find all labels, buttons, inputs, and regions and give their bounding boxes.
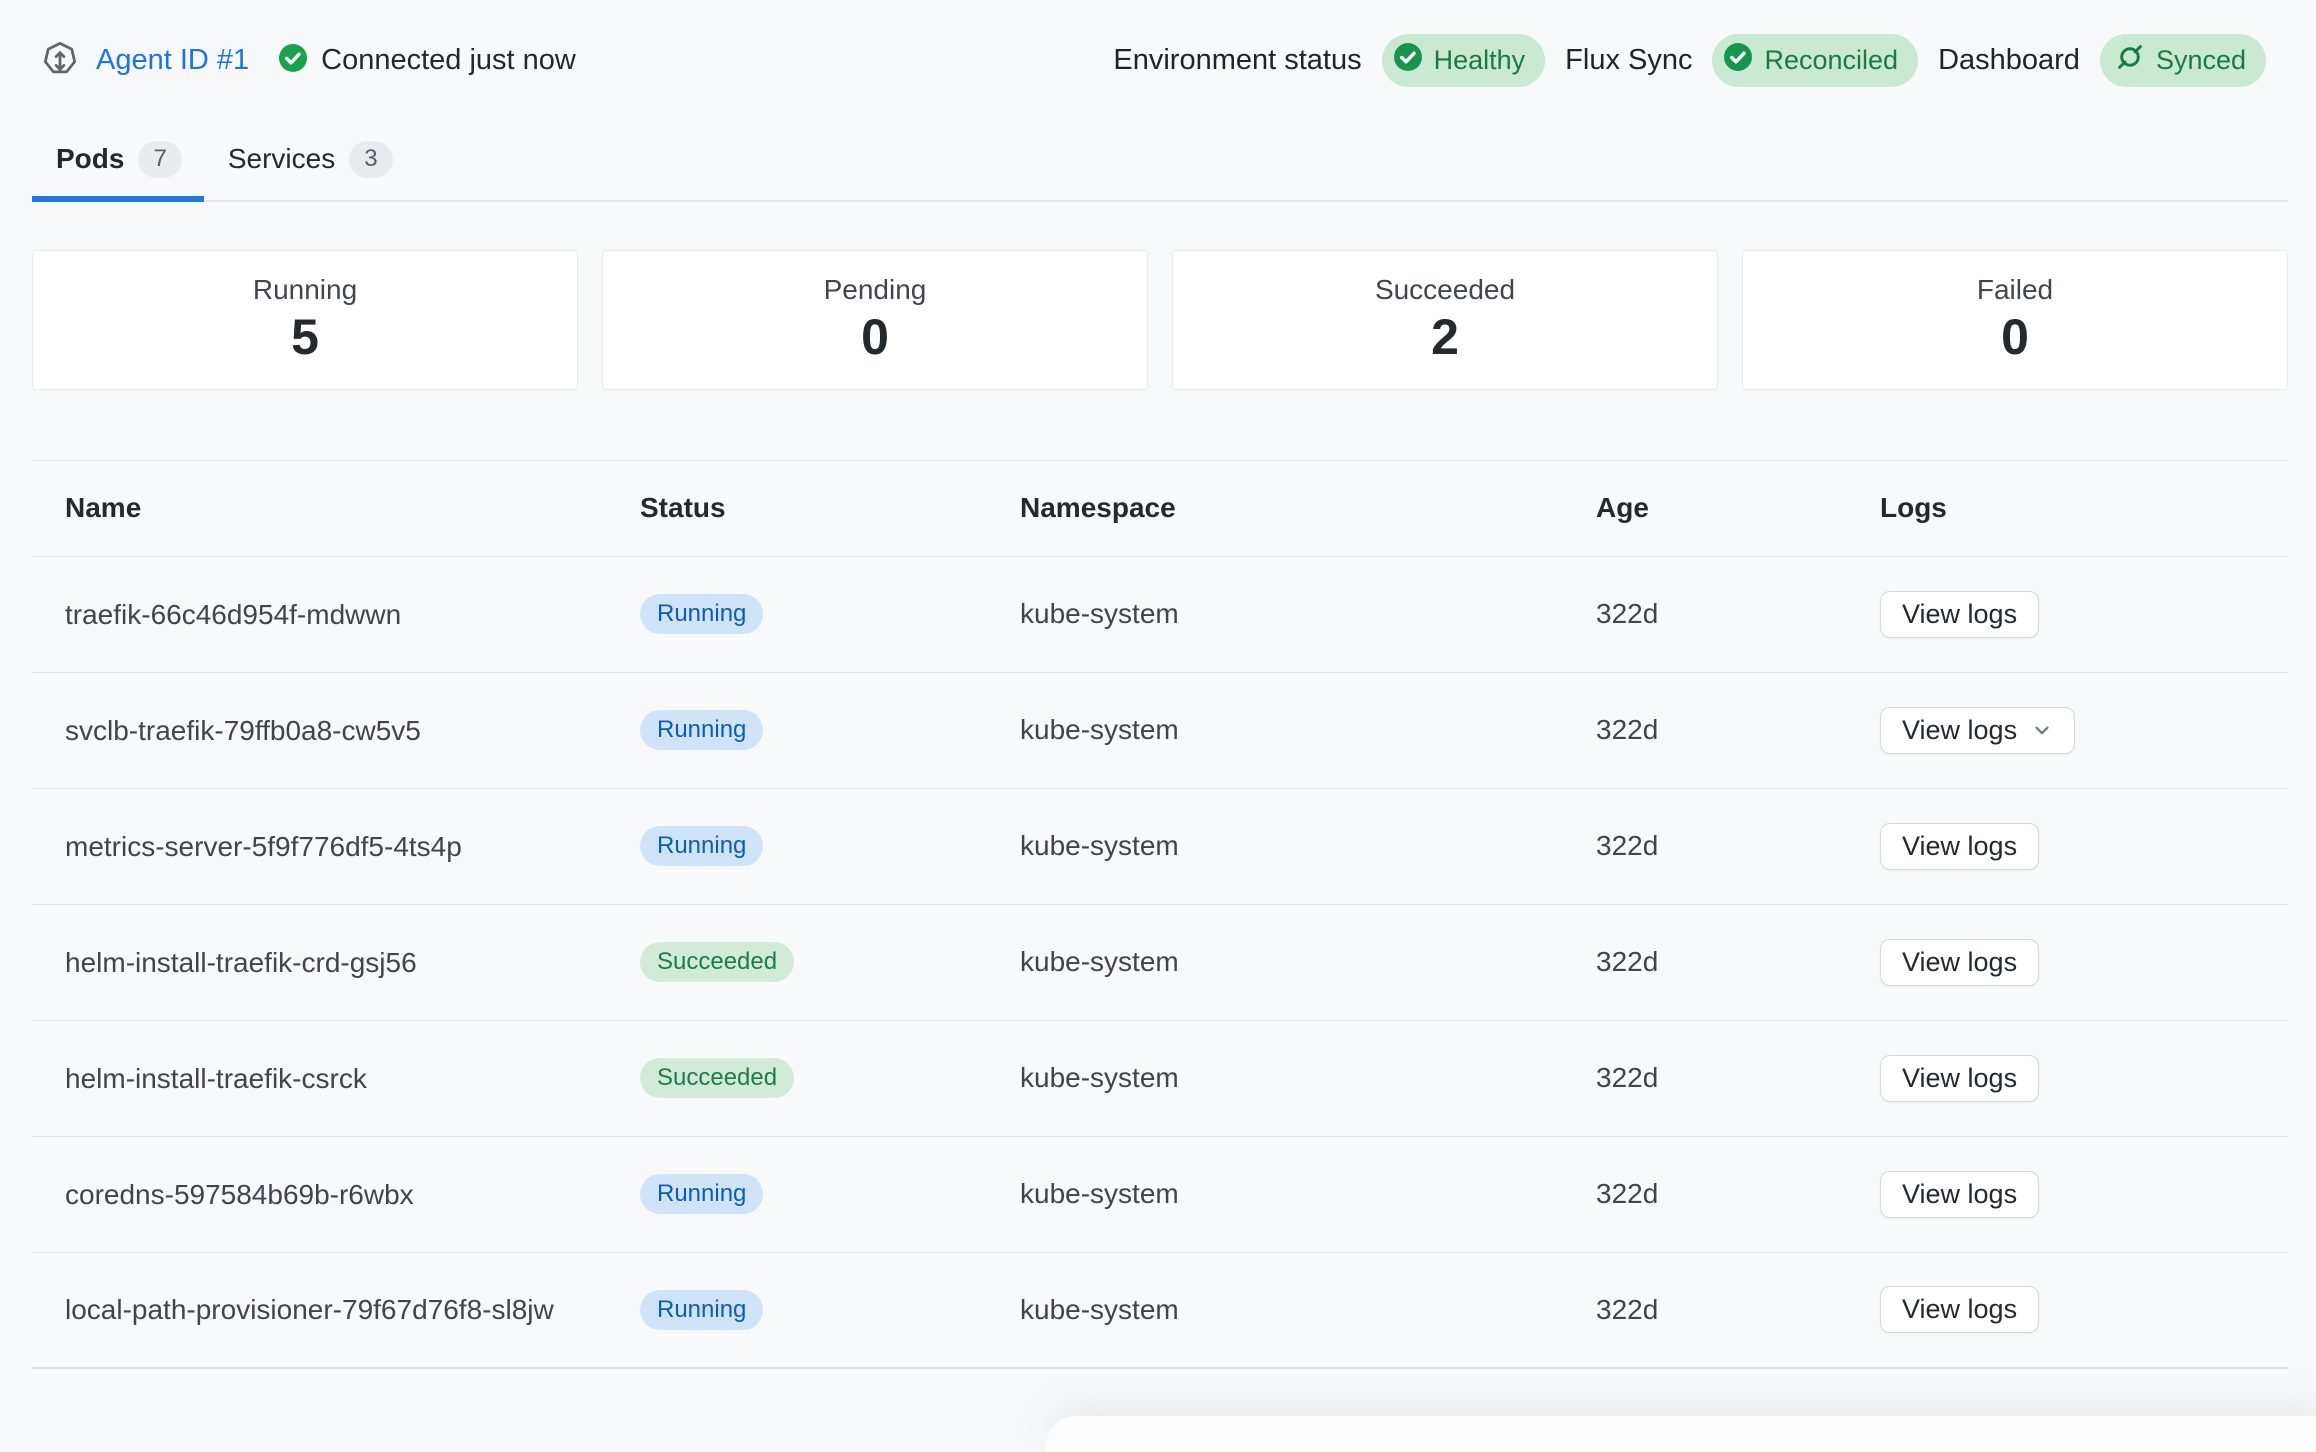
column-header-name: Name	[65, 492, 640, 524]
header: Agent ID #1 Connected just now Environme…	[0, 0, 2316, 87]
stat-value: 5	[291, 310, 319, 365]
table-row: coredns-597584b69b-r6wbx Running kube-sy…	[32, 1137, 2288, 1253]
view-logs-button[interactable]: View logs	[1880, 1286, 2039, 1333]
table-row: helm-install-traefik-crd-gsj56 Succeeded…	[32, 905, 2288, 1021]
pod-age: 322d	[1596, 946, 1880, 978]
pod-age: 322d	[1596, 1062, 1880, 1094]
column-header-status: Status	[640, 492, 1020, 524]
stat-label: Failed	[1977, 274, 2053, 306]
view-logs-button[interactable]: View logs	[1880, 707, 2075, 754]
status-badge-text: Synced	[2156, 45, 2246, 76]
stat-value: 0	[861, 310, 889, 365]
pod-age: 322d	[1596, 1178, 1880, 1210]
chevron-down-icon	[2031, 719, 2053, 741]
connection-status-text: Connected just now	[321, 44, 576, 77]
tab-bar: Pods 7 Services 3	[32, 127, 2288, 202]
table-header-row: Name Status Namespace Age Logs	[32, 461, 2288, 557]
status-badge: Reconciled	[1712, 34, 1918, 87]
pod-namespace: kube-system	[1020, 714, 1596, 746]
stat-value: 0	[2001, 310, 2029, 365]
view-logs-button[interactable]: View logs	[1880, 1171, 2039, 1218]
view-logs-button[interactable]: View logs	[1880, 1055, 2039, 1102]
pod-namespace: kube-system	[1020, 1062, 1596, 1094]
agent-icon	[38, 39, 82, 83]
sync-icon	[2114, 41, 2146, 80]
pod-namespace: kube-system	[1020, 598, 1596, 630]
pod-name: helm-install-traefik-crd-gsj56	[65, 925, 565, 1000]
table-row: svclb-traefik-79ffb0a8-cw5v5 Running kub…	[32, 673, 2288, 789]
stat-card-failed: Failed 0	[1742, 250, 2288, 390]
stat-card-running: Running 5	[32, 250, 578, 390]
check-circle-icon	[1722, 41, 1754, 80]
status-label: Dashboard	[1938, 44, 2080, 77]
pod-namespace: kube-system	[1020, 830, 1596, 862]
tab-count-badge: 3	[349, 141, 392, 178]
bottom-panel-edge	[1046, 1416, 2316, 1452]
pod-age: 322d	[1596, 1294, 1880, 1326]
pod-status-badge: Succeeded	[640, 1058, 794, 1098]
table-row: local-path-provisioner-79f67d76f8-sl8jw …	[32, 1253, 2288, 1369]
pod-status-badge: Running	[640, 1290, 763, 1330]
pod-name: coredns-597584b69b-r6wbx	[65, 1157, 565, 1232]
pod-name: traefik-66c46d954f-mdwwn	[65, 577, 565, 652]
stat-label: Succeeded	[1375, 274, 1515, 306]
pod-age: 322d	[1596, 830, 1880, 862]
status-badge-text: Reconciled	[1764, 45, 1898, 76]
pod-name: local-path-provisioner-79f67d76f8-sl8jw	[65, 1272, 565, 1347]
pod-age: 322d	[1596, 714, 1880, 746]
pods-table: Name Status Namespace Age Logs traefik-6…	[32, 460, 2288, 1369]
column-header-age: Age	[1596, 492, 1880, 524]
view-logs-button[interactable]: View logs	[1880, 591, 2039, 638]
status-label: Flux Sync	[1565, 44, 1692, 77]
table-row: traefik-66c46d954f-mdwwn Running kube-sy…	[32, 557, 2288, 673]
stat-label: Pending	[824, 274, 927, 306]
column-header-logs: Logs	[1880, 492, 2288, 524]
pod-status-badge: Running	[640, 710, 763, 750]
connected-check-icon	[277, 42, 309, 79]
agent-id-link[interactable]: Agent ID #1	[96, 44, 249, 77]
pod-name: metrics-server-5f9f776df5-4ts4p	[65, 809, 565, 884]
pod-status-badge: Running	[640, 826, 763, 866]
table-row: helm-install-traefik-csrck Succeeded kub…	[32, 1021, 2288, 1137]
status-badge: Healthy	[1382, 34, 1546, 87]
pod-name: svclb-traefik-79ffb0a8-cw5v5	[65, 693, 565, 768]
pod-stats: Running 5 Pending 0 Succeeded 2 Failed 0	[32, 250, 2288, 390]
tab-pods[interactable]: Pods 7	[32, 127, 204, 200]
view-logs-button[interactable]: View logs	[1880, 823, 2039, 870]
pod-namespace: kube-system	[1020, 1178, 1596, 1210]
pod-name: helm-install-traefik-csrck	[65, 1041, 565, 1116]
status-badge-text: Healthy	[1434, 45, 1526, 76]
stat-card-pending: Pending 0	[602, 250, 1148, 390]
environment-status-bar: Environment status Healthy Flux Sync Rec…	[1113, 34, 2266, 87]
stat-value: 2	[1431, 310, 1459, 365]
table-row: metrics-server-5f9f776df5-4ts4p Running …	[32, 789, 2288, 905]
pod-age: 322d	[1596, 598, 1880, 630]
stat-label: Running	[253, 274, 357, 306]
tab-count-badge: 7	[138, 141, 181, 178]
pod-namespace: kube-system	[1020, 946, 1596, 978]
check-circle-icon	[1392, 41, 1424, 80]
pod-namespace: kube-system	[1020, 1294, 1596, 1326]
tab-services[interactable]: Services 3	[204, 127, 415, 200]
stat-card-succeeded: Succeeded 2	[1172, 250, 1718, 390]
pod-status-badge: Succeeded	[640, 942, 794, 982]
view-logs-button[interactable]: View logs	[1880, 939, 2039, 986]
pod-status-badge: Running	[640, 594, 763, 634]
status-label: Environment status	[1113, 44, 1361, 77]
pod-status-badge: Running	[640, 1174, 763, 1214]
status-badge: Synced	[2100, 34, 2266, 87]
column-header-namespace: Namespace	[1020, 492, 1596, 524]
